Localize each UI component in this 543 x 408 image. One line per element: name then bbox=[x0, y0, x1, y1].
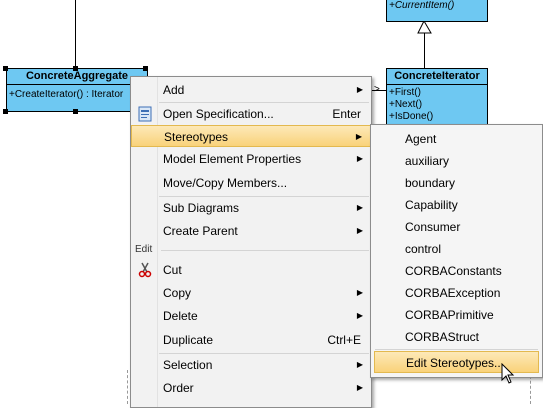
selection-handle[interactable] bbox=[143, 66, 148, 71]
submenu-arrow-icon: ▶ bbox=[356, 154, 363, 163]
menu-item-label: Copy bbox=[163, 286, 192, 300]
menu-item-stereotypes[interactable]: Stereotypes ▶ bbox=[131, 125, 371, 147]
class-operation: +IsDone() bbox=[389, 111, 434, 122]
selection-handle[interactable] bbox=[3, 109, 8, 114]
menu-item-add[interactable]: Add ▶ bbox=[131, 79, 371, 101]
menu-item-label: Order bbox=[163, 381, 194, 395]
menu-item-delete[interactable]: Delete ▶ bbox=[131, 305, 371, 327]
class-name: ConcreteAggregate bbox=[7, 69, 147, 85]
menu-item-model-element-properties[interactable]: Model Element Properties ▶ bbox=[131, 148, 371, 170]
menu-accelerator: Enter bbox=[332, 107, 361, 121]
stereotype-item[interactable]: Agent bbox=[371, 128, 542, 150]
menu-item-label: Stereotypes bbox=[164, 130, 229, 144]
menu-item-create-parent[interactable]: Create Parent ▶ bbox=[131, 220, 371, 242]
submenu-arrow-icon: ▶ bbox=[356, 311, 363, 320]
menu-item-sub-diagrams[interactable]: Sub Diagrams ▶ bbox=[131, 197, 371, 219]
diagram-frame bbox=[127, 370, 129, 404]
submenu-arrow-icon: ▶ bbox=[355, 132, 362, 141]
selection-handle[interactable] bbox=[73, 109, 78, 114]
generalization-triangle-icon bbox=[417, 20, 432, 34]
scissors-icon bbox=[138, 262, 152, 278]
menu-item-cut[interactable]: Cut bbox=[131, 259, 371, 281]
stereotype-item[interactable]: CORBAStruct bbox=[371, 326, 542, 348]
menu-item-label: Duplicate bbox=[163, 333, 214, 347]
class-name: ConcreteIterator bbox=[387, 69, 487, 85]
concrete-aggregate-class[interactable]: ConcreteAggregate +CreateIterator() : It… bbox=[6, 68, 148, 112]
class-operation: +First() bbox=[389, 87, 421, 98]
menu-item-copy[interactable]: Copy ▶ bbox=[131, 282, 371, 304]
menu-item-label: Sub Diagrams bbox=[163, 201, 240, 215]
menu-item-label: Open Specification... bbox=[163, 107, 274, 121]
menu-separator bbox=[161, 250, 369, 251]
menu-item-label: Create Parent bbox=[163, 224, 238, 238]
stereotype-item[interactable]: CORBAException bbox=[371, 282, 542, 304]
menu-section-label: Edit bbox=[135, 244, 153, 255]
submenu-arrow-icon: ▶ bbox=[356, 383, 363, 392]
menu-item-duplicate[interactable]: Duplicate Ctrl+E bbox=[131, 329, 371, 351]
stereotype-item[interactable]: CORBAConstants bbox=[371, 260, 542, 282]
menu-item-label: Add bbox=[163, 83, 185, 97]
menu-item-open-specification[interactable]: Open Specification... Enter bbox=[131, 103, 371, 125]
menu-item-move-copy-members[interactable]: Move/Copy Members... bbox=[131, 172, 371, 194]
stereotype-item[interactable]: Consumer bbox=[371, 216, 542, 238]
submenu-arrow-icon: ▶ bbox=[356, 288, 363, 297]
menu-item-label: Move/Copy Members... bbox=[163, 176, 288, 190]
generalization-line bbox=[424, 30, 425, 70]
menu-accelerator: Ctrl+E bbox=[327, 333, 361, 347]
selection-handle[interactable] bbox=[3, 66, 8, 71]
top-class[interactable]: +CurrentItem() bbox=[386, 0, 488, 22]
stereotype-item[interactable]: Capability bbox=[371, 194, 542, 216]
menu-item-label: Cut bbox=[163, 263, 182, 277]
menu-item-label: Delete bbox=[163, 309, 198, 323]
association-line bbox=[75, 0, 76, 68]
menu-item-order[interactable]: Order ▶ bbox=[131, 377, 371, 399]
mouse-cursor-icon bbox=[501, 363, 515, 384]
class-operation: +CurrentItem() bbox=[389, 0, 455, 11]
submenu-arrow-icon: ▶ bbox=[356, 85, 363, 94]
class-operation: +CreateIterator() : Iterator bbox=[9, 89, 124, 100]
dependency-arrow-icon: > bbox=[374, 84, 380, 95]
menu-separator bbox=[375, 349, 538, 350]
submenu-arrow-icon: ▶ bbox=[356, 360, 363, 369]
class-operation: +Next() bbox=[389, 99, 423, 110]
stereotype-item[interactable]: boundary bbox=[371, 172, 542, 194]
stereotypes-submenu: Agent auxiliary boundary Capability Cons… bbox=[370, 124, 543, 378]
stereotype-item[interactable]: control bbox=[371, 238, 542, 260]
submenu-arrow-icon: ▶ bbox=[356, 203, 363, 212]
concrete-iterator-class[interactable]: ConcreteIterator +First() +Next() +IsDon… bbox=[386, 68, 488, 130]
submenu-arrow-icon: ▶ bbox=[356, 226, 363, 235]
stereotype-item[interactable]: CORBAPrimitive bbox=[371, 304, 542, 326]
selection-handle[interactable] bbox=[73, 66, 78, 71]
menu-item-label: Model Element Properties bbox=[163, 152, 302, 166]
specification-icon bbox=[138, 106, 152, 122]
menu-item-label: Selection bbox=[163, 358, 213, 372]
menu-item-selection[interactable]: Selection ▶ bbox=[131, 354, 371, 376]
context-menu: Add ▶ Open Specification... Enter Stereo… bbox=[130, 76, 372, 408]
stereotype-item[interactable]: auxiliary bbox=[371, 150, 542, 172]
